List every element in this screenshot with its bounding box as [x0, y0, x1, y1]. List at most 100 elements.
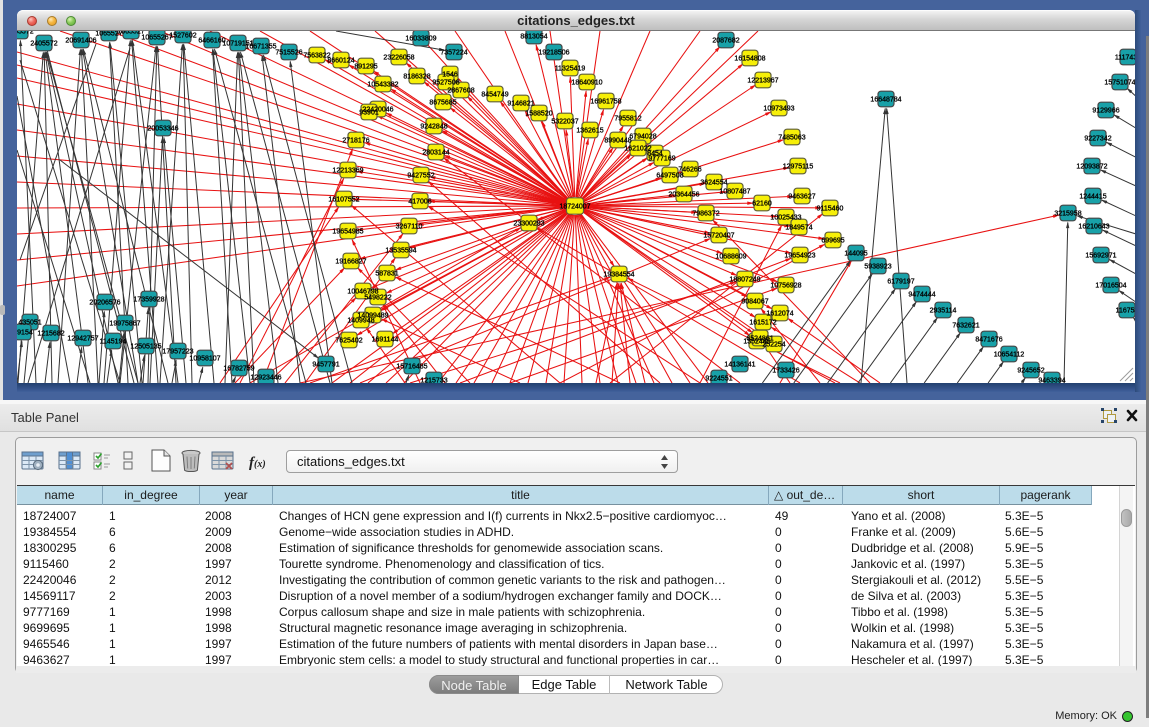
svg-text:6179197: 6179197: [887, 278, 914, 285]
svg-text:16961758: 16961758: [590, 98, 621, 105]
svg-text:12923446: 12923446: [250, 374, 281, 381]
svg-text:699695: 699695: [821, 237, 844, 244]
svg-text:2405572: 2405572: [30, 40, 57, 47]
svg-text:7986372: 7986372: [692, 210, 719, 217]
svg-text:9227342: 9227342: [1084, 135, 1111, 142]
svg-text:9224551: 9224551: [705, 375, 732, 382]
svg-text:19975867: 19975867: [109, 320, 140, 327]
svg-text:1215733: 1215733: [420, 377, 447, 383]
svg-text:1215682: 1215682: [37, 330, 64, 337]
svg-text:16782759: 16782759: [223, 365, 254, 372]
svg-text:18724007: 18724007: [559, 203, 590, 210]
svg-text:9427552: 9427552: [407, 172, 434, 179]
svg-text:2935114: 2935114: [930, 307, 957, 314]
svg-text:435051: 435051: [18, 319, 41, 326]
svg-text:16671355: 16671355: [245, 43, 276, 50]
svg-text:10688609: 10688609: [715, 253, 746, 260]
svg-text:2867608: 2867608: [447, 87, 474, 94]
svg-text:7485063: 7485063: [778, 134, 805, 141]
svg-text:20053346: 20053346: [147, 125, 178, 132]
svg-text:12213369: 12213369: [332, 167, 363, 174]
svg-text:9129966: 9129966: [1092, 107, 1119, 114]
svg-text:19654985: 19654985: [332, 228, 363, 235]
svg-text:8186328: 8186328: [403, 73, 430, 80]
svg-text:17016504: 17016504: [1095, 282, 1126, 289]
svg-text:1849574: 1849574: [785, 224, 812, 231]
svg-text:9084067: 9084067: [741, 298, 768, 305]
svg-text:9463394: 9463394: [1038, 377, 1065, 383]
svg-text:7632621: 7632621: [952, 322, 979, 329]
svg-text:10807487: 10807487: [719, 188, 750, 195]
svg-text:9146821: 9146821: [507, 100, 534, 107]
svg-text:16648784: 16648784: [870, 96, 901, 103]
svg-text:746266: 746266: [678, 166, 701, 173]
svg-text:8990448: 8990448: [604, 137, 631, 144]
svg-text:5938923: 5938923: [864, 263, 891, 270]
svg-text:19654923: 19654923: [784, 252, 815, 259]
svg-text:13535594: 13535594: [385, 247, 416, 254]
svg-text:15720407: 15720407: [703, 232, 734, 239]
svg-text:12942757: 12942757: [67, 335, 98, 342]
svg-text:16154808: 16154808: [734, 55, 765, 62]
svg-text:15751074: 15751074: [1104, 79, 1135, 86]
svg-text:116753: 116753: [1116, 307, 1135, 314]
svg-text:9242848: 9242848: [420, 123, 447, 130]
svg-text:19384554: 19384554: [603, 271, 634, 278]
svg-text:7955812: 7955812: [614, 115, 641, 122]
svg-text:2718176: 2718176: [342, 137, 369, 144]
svg-text:10756928: 10756928: [770, 282, 801, 289]
svg-text:6497508: 6497508: [656, 172, 683, 179]
svg-text:10543382: 10543382: [367, 81, 398, 88]
svg-text:1733426: 1733426: [772, 367, 799, 374]
svg-text:9245652: 9245652: [1017, 367, 1044, 374]
svg-text:1409948: 1409948: [347, 317, 374, 324]
svg-text:10654112: 10654112: [994, 351, 1025, 358]
svg-text:3624554: 3624554: [700, 179, 727, 186]
svg-text:9463627: 9463627: [788, 193, 815, 200]
svg-text:62160: 62160: [752, 200, 772, 207]
svg-text:20691406: 20691406: [65, 37, 96, 44]
svg-text:7357224: 7357224: [440, 49, 467, 56]
svg-text:12975115: 12975115: [783, 163, 814, 170]
svg-text:19166827: 19166827: [335, 258, 366, 265]
svg-text:2803144: 2803144: [422, 149, 449, 156]
svg-text:1244415: 1244415: [1079, 193, 1106, 200]
svg-text:16033809: 16033809: [405, 35, 436, 42]
svg-text:12213967: 12213967: [747, 77, 778, 84]
svg-text:9527508: 9527508: [432, 79, 459, 86]
svg-text:2087682: 2087682: [712, 37, 739, 44]
svg-text:15716485: 15716485: [396, 363, 427, 370]
svg-text:14136141: 14136141: [724, 361, 755, 368]
svg-text:7625402: 7625402: [335, 337, 362, 344]
svg-text:10655267: 10655267: [141, 34, 172, 41]
svg-text:5498222: 5498222: [364, 294, 391, 301]
svg-text:1117433: 1117433: [1115, 54, 1135, 61]
svg-text:252254: 252254: [762, 341, 785, 348]
svg-text:11325419: 11325419: [555, 65, 586, 72]
svg-text:19218506: 19218506: [538, 49, 569, 56]
svg-text:8660124: 8660124: [327, 57, 354, 64]
svg-text:3267110: 3267110: [396, 223, 423, 230]
svg-text:12093872: 12093872: [1076, 163, 1107, 170]
svg-text:10973493: 10973493: [763, 105, 794, 112]
svg-text:18640910: 18640910: [571, 79, 602, 86]
svg-text:1546: 1546: [442, 71, 458, 78]
svg-text:23300293: 23300293: [513, 220, 544, 227]
svg-text:8471676: 8471676: [975, 336, 1002, 343]
svg-text:15692971: 15692971: [1085, 252, 1116, 259]
svg-text:93901: 93901: [359, 109, 379, 116]
svg-text:17957223: 17957223: [162, 348, 193, 355]
svg-text:9115460: 9115460: [817, 205, 844, 212]
svg-text:16107552: 16107552: [328, 196, 359, 203]
svg-text:891295: 891295: [354, 63, 377, 70]
svg-text:23226058: 23226058: [383, 54, 414, 61]
svg-text:17359928: 17359928: [133, 296, 164, 303]
svg-text:5322037: 5322037: [551, 118, 578, 125]
svg-text:6794028: 6794028: [629, 133, 656, 140]
svg-text:12505135: 12505135: [130, 343, 161, 350]
svg-text:417006: 417006: [408, 198, 431, 205]
svg-text:9777169: 9777169: [648, 155, 675, 162]
svg-text:8675685: 8675685: [429, 99, 456, 106]
svg-text:2405572: 2405572: [17, 31, 34, 35]
svg-text:1588520: 1588520: [525, 110, 552, 117]
